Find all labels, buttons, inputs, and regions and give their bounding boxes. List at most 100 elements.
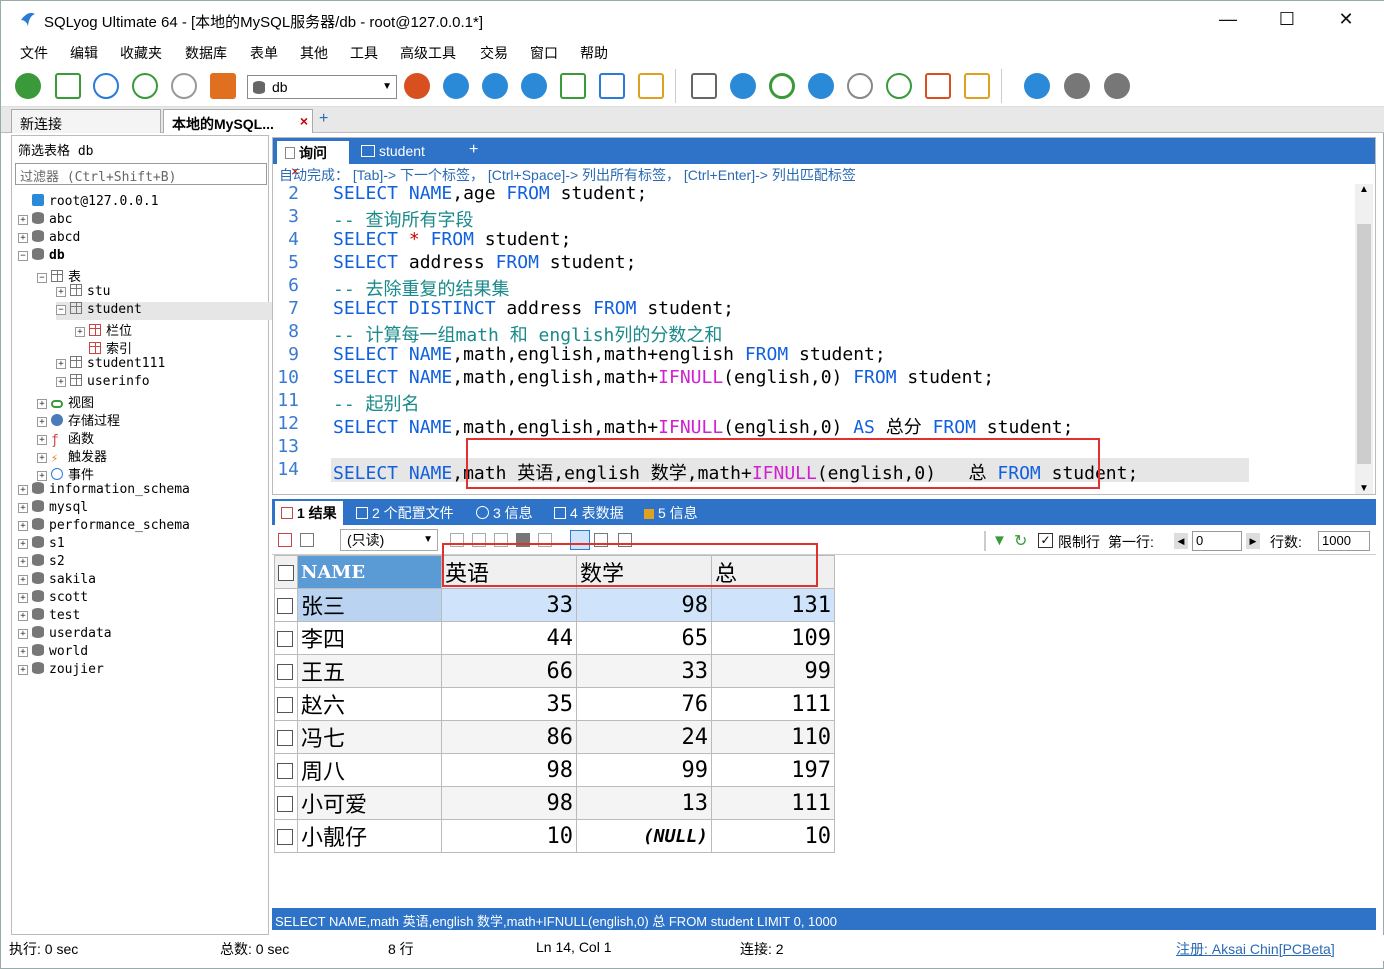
cell-english[interactable]: 86	[441, 720, 577, 754]
cell-math[interactable]: 76	[576, 687, 712, 721]
report-icon[interactable]	[925, 73, 951, 99]
rows-input[interactable]: 1000	[1318, 531, 1370, 551]
expand-icon[interactable]: +	[18, 611, 28, 621]
tab-info[interactable]: 5 信息	[644, 503, 698, 523]
tab-local-mysql[interactable]: 本地的MySQL... ×	[163, 109, 313, 133]
tree-item[interactable]: + abcd	[18, 230, 80, 248]
menu-file[interactable]: 文件	[20, 43, 48, 63]
menu-window[interactable]: 窗口	[530, 43, 558, 63]
cell-english[interactable]: 44	[441, 621, 577, 655]
tree-item[interactable]: + information_schema	[18, 482, 190, 500]
tree-item[interactable]: + performance_schema	[18, 518, 190, 536]
collapse-icon[interactable]: −	[56, 305, 66, 315]
add-connection-tab-button[interactable]: +	[319, 110, 328, 128]
tree-item[interactable]: + 栏位	[75, 320, 132, 339]
database-ops-icon[interactable]	[521, 73, 547, 99]
tab-table-data[interactable]: 4 表数据	[554, 503, 624, 523]
new-query-icon[interactable]	[55, 73, 81, 99]
cell-name[interactable]: 张三	[297, 588, 442, 622]
tree-item[interactable]: + world	[18, 644, 88, 662]
execute-icon[interactable]	[93, 73, 119, 99]
tree-item[interactable]: + student111	[56, 356, 165, 374]
refresh-icon[interactable]	[769, 73, 795, 99]
first-row-input[interactable]: 0	[1192, 531, 1242, 551]
cell-total[interactable]: 99	[711, 654, 835, 688]
cell-total[interactable]: 111	[711, 687, 835, 721]
cell-english[interactable]: 35	[441, 687, 577, 721]
expand-icon[interactable]: +	[18, 593, 28, 603]
scheduler-icon[interactable]	[847, 73, 873, 99]
menu-other[interactable]: 其他	[300, 43, 328, 63]
table-row[interactable]: 赵六 35 76 111	[274, 687, 835, 721]
select-all-cell[interactable]	[274, 555, 298, 589]
cell-math[interactable]: 13	[576, 786, 712, 820]
select-all-checkbox[interactable]	[278, 564, 294, 581]
sync-icon[interactable]	[808, 73, 834, 99]
minimize-button[interactable]: —	[1199, 1, 1257, 39]
tree-item[interactable]: − student	[56, 302, 306, 320]
tree-item[interactable]: + abc	[18, 212, 72, 230]
copy-database-icon[interactable]	[730, 73, 756, 99]
new-row-icon[interactable]	[278, 533, 292, 547]
cell-total[interactable]: 131	[711, 588, 835, 622]
collapse-icon[interactable]: −	[37, 273, 47, 283]
prev-page-icon[interactable]: ◀	[1174, 533, 1188, 549]
row-select-cell[interactable]	[274, 819, 298, 853]
tree-item[interactable]: + ƒ 函数	[37, 428, 94, 448]
alter-database-icon[interactable]	[482, 73, 508, 99]
cell-name[interactable]: 王五	[297, 654, 442, 688]
table-row[interactable]: 王五 66 33 99	[274, 654, 835, 688]
backup-icon[interactable]	[886, 73, 912, 99]
expand-icon[interactable]: +	[18, 629, 28, 639]
registration-link[interactable]: 注册: Aksai Chin[PCBeta]	[1176, 939, 1335, 959]
expand-icon[interactable]: +	[18, 233, 28, 243]
readonly-select[interactable]: (只读) ▼	[340, 529, 438, 551]
filter-input[interactable]: 过滤器 (Ctrl+Shift+B)	[15, 163, 267, 185]
expand-icon[interactable]: +	[75, 327, 85, 337]
code-line-7[interactable]: SELECT DISTINCT address FROM student;	[333, 298, 734, 319]
tree-item[interactable]: + mysql	[18, 500, 88, 518]
cell-total[interactable]: 197	[711, 753, 835, 787]
tab-query[interactable]: 询问 ×	[277, 141, 349, 179]
cell-total[interactable]: 10	[711, 819, 835, 853]
add-editor-tab-button[interactable]: +	[469, 141, 478, 159]
menu-edit[interactable]: 编辑	[70, 43, 98, 63]
row-select-cell[interactable]	[274, 621, 298, 655]
tab-new-connection[interactable]: 新连接	[11, 109, 161, 133]
tree-item[interactable]: + scott	[18, 590, 88, 608]
tree-item[interactable]: + userdata	[18, 626, 112, 644]
column-header-name[interactable]: NAME	[297, 555, 442, 589]
execute-all-icon[interactable]	[132, 73, 158, 99]
expand-icon[interactable]: +	[18, 485, 28, 495]
collapse-icon[interactable]: −	[18, 251, 28, 261]
cell-name[interactable]: 小靓仔	[297, 819, 442, 853]
database-select[interactable]: db ▼	[247, 75, 397, 99]
favorites-icon[interactable]	[1064, 73, 1090, 99]
tree-item[interactable]: + test	[18, 608, 80, 626]
menu-help[interactable]: 帮助	[580, 43, 608, 63]
row-select-cell[interactable]	[274, 720, 298, 754]
tree-item[interactable]: root@127.0.0.1	[18, 194, 159, 212]
cell-english[interactable]: 66	[441, 654, 577, 688]
execute-edit-icon[interactable]	[171, 73, 197, 99]
scroll-down-icon[interactable]: ▼	[1359, 483, 1369, 494]
tree-item[interactable]: − 表	[37, 266, 81, 285]
table-structure-icon[interactable]	[599, 73, 625, 99]
menu-tools[interactable]: 工具	[350, 43, 378, 63]
expand-icon[interactable]: +	[56, 359, 66, 369]
tree-item[interactable]: 索引	[75, 338, 132, 357]
menu-database[interactable]: 数据库	[185, 43, 227, 63]
schema-designer-icon[interactable]	[210, 73, 236, 99]
tab-messages[interactable]: 3 信息	[476, 503, 533, 523]
tree-item[interactable]: + ⚡ 触发器	[37, 446, 107, 465]
cell-total[interactable]: 110	[711, 720, 835, 754]
expand-icon[interactable]: +	[37, 453, 47, 463]
table-row[interactable]: 张三 33 98 131	[274, 588, 835, 622]
row-checkbox[interactable]	[277, 829, 293, 846]
tree-item[interactable]: + s2	[18, 554, 65, 572]
code-line-10[interactable]: SELECT NAME,math,english,math+IFNULL(eng…	[333, 367, 994, 388]
table-row[interactable]: 冯七 86 24 110	[274, 720, 835, 754]
code-line-4[interactable]: SELECT * FROM student;	[333, 229, 571, 250]
expand-icon[interactable]: +	[18, 503, 28, 513]
tab-result[interactable]: 1 结果	[275, 501, 343, 525]
